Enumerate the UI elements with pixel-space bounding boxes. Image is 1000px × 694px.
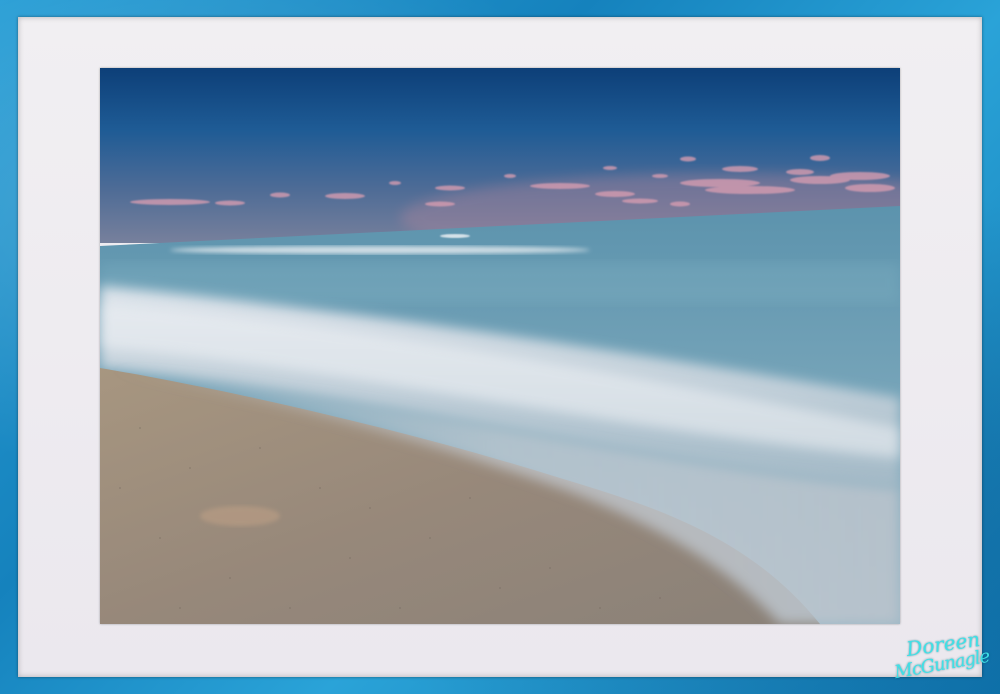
picture-frame: Doreen McGunagle <box>0 0 1000 694</box>
seascape-image <box>100 68 900 624</box>
artist-signature: Doreen McGunagle <box>888 627 998 690</box>
beach-photograph <box>100 68 900 624</box>
